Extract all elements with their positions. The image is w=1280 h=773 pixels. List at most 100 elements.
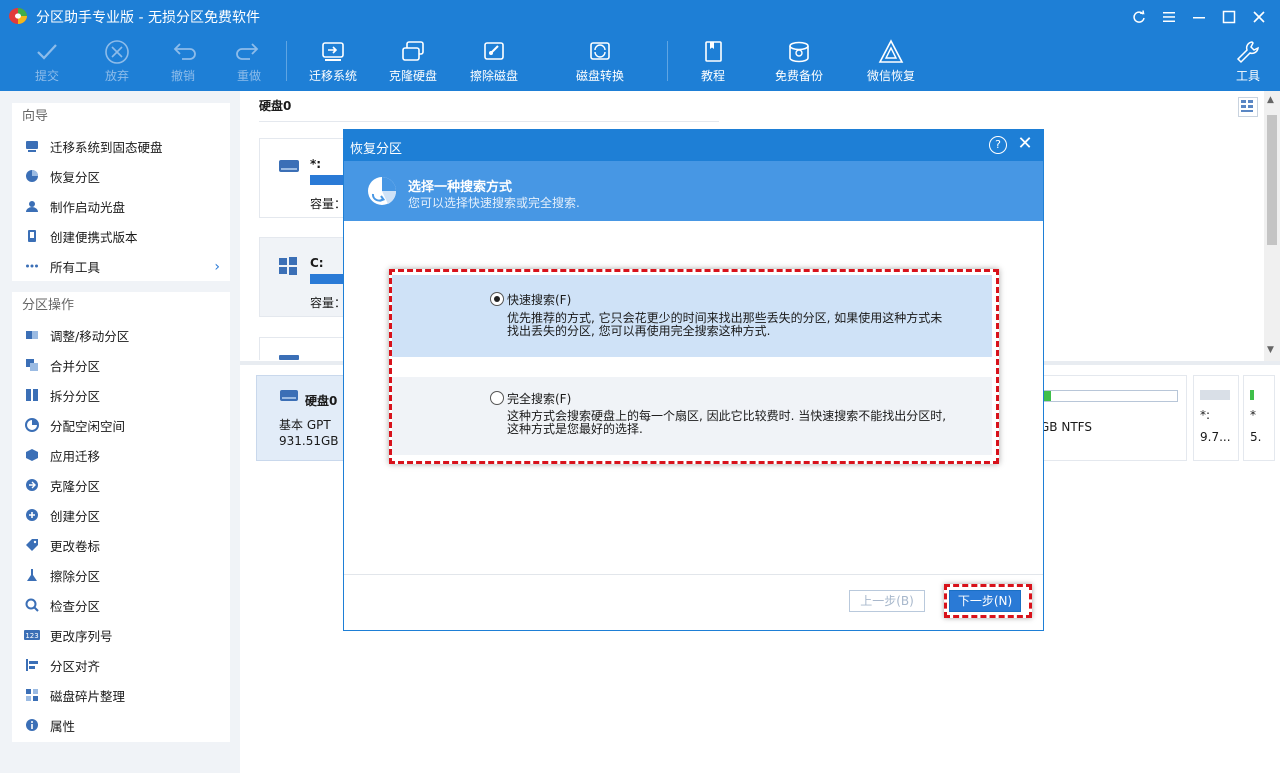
full-search-radio[interactable] (490, 391, 504, 405)
clone-disk-button[interactable]: 克隆硬盘 (373, 33, 453, 91)
tutorial-button[interactable]: 教程 (673, 33, 753, 91)
partition-block[interactable]: GB NTFS (1033, 375, 1187, 461)
scrollbar-thumb[interactable] (1267, 115, 1277, 245)
sidebar-item-create-partition[interactable]: 创建分区 (12, 500, 230, 530)
wizard-panel: 向导 迁移系统到固态硬盘 恢复分区 制作启动光盘 创建便携式版本 所有工具 › (12, 103, 230, 281)
partition-usage-bar (1200, 390, 1230, 400)
sidebar-item-bootable-media[interactable]: 制作启动光盘 (12, 191, 230, 221)
quick-search-label[interactable]: 快速搜索(F) (507, 291, 571, 308)
check-icon (37, 44, 57, 60)
partition-block[interactable]: *: 9.7... (1193, 375, 1239, 461)
full-search-label[interactable]: 完全搜索(F) (507, 390, 571, 407)
wipe-disk-label: 擦除磁盘 (469, 69, 518, 83)
commit-button[interactable]: 提交 (7, 33, 87, 91)
dialog-close-icon[interactable]: ✕ (1015, 134, 1035, 154)
partition-usage-bar (310, 274, 344, 284)
undo-icon (173, 43, 196, 60)
sidebar-item-label: 合并分区 (50, 358, 101, 374)
sidebar-item-label: 所有工具 (50, 259, 101, 275)
vertical-scrollbar[interactable]: ▲ ▼ (1264, 91, 1280, 361)
tutorial-label: 教程 (700, 69, 725, 83)
sidebar-item-change-label[interactable]: 更改卷标 (12, 530, 230, 560)
disk-convert-icon (590, 42, 610, 60)
redo-icon (236, 43, 259, 60)
quick-search-radio[interactable] (490, 292, 504, 306)
window-title: 分区助手专业版 - 无损分区免费软件 (36, 10, 260, 26)
sidebar-item-label: 分配空闲空间 (50, 418, 126, 434)
sidebar-item-label: 擦除分区 (50, 568, 101, 584)
sidebar-item-merge-partition[interactable]: 合并分区 (12, 350, 230, 380)
minimize-icon[interactable] (1188, 6, 1210, 28)
help-icon[interactable]: ? (989, 136, 1007, 154)
next-button[interactable]: 下一步(N) (949, 590, 1021, 612)
maximize-icon[interactable] (1218, 6, 1240, 28)
menu-icon[interactable] (1158, 6, 1180, 28)
title-bar: 分区助手专业版 - 无损分区免费软件 (0, 0, 1280, 33)
windows-icon (279, 257, 297, 275)
change-serial-icon: 123 (24, 627, 40, 643)
sidebar-item-change-serial[interactable]: 123 更改序列号 (12, 620, 230, 650)
sidebar-item-label: 应用迁移 (50, 448, 101, 464)
sidebar-item-label: 检查分区 (50, 598, 101, 614)
sidebar-item-portable-version[interactable]: 创建便携式版本 (12, 221, 230, 251)
resize-partition-icon (24, 327, 40, 343)
sidebar-item-wipe-partition[interactable]: 擦除分区 (12, 560, 230, 590)
backup-icon (789, 41, 809, 63)
dialog-title-bar: 恢复分区 ? ✕ (344, 130, 1043, 161)
change-label-icon (24, 537, 40, 553)
sidebar-item-split-partition[interactable]: 拆分分区 (12, 380, 230, 410)
allocate-space-icon (24, 417, 40, 433)
disk-summary[interactable]: 硬盘0 基本 GPT 931.51GB (256, 375, 348, 461)
partition-block[interactable]: * 5. (1243, 375, 1275, 461)
sidebar-item-properties[interactable]: 属性 (12, 710, 230, 740)
recover-partition-dialog: 恢复分区 ? ✕ 选择一种搜索方式 您可以选择快速搜索或完全搜索. 快速搜索(F… (343, 129, 1044, 631)
sidebar-item-label: 更改卷标 (50, 538, 101, 554)
partition-name: * (1250, 408, 1256, 422)
wipe-disk-button[interactable]: 擦除磁盘 (454, 33, 534, 91)
migrate-os-label: 迁移系统 (308, 69, 357, 83)
sidebar-item-check-partition[interactable]: 检查分区 (12, 590, 230, 620)
sidebar-item-clone-partition[interactable]: 克隆分区 (12, 470, 230, 500)
partition-ops-panel: 分区操作 调整/移动分区 合并分区 拆分分区 分配空闲空间 应用迁移 克隆分区 … (12, 292, 230, 742)
wechat-recovery-button[interactable]: 微信恢复 (851, 33, 931, 91)
scroll-down-icon[interactable]: ▼ (1267, 345, 1274, 355)
quick-search-description: 优先推荐的方式, 它只会花更少的时间来找出那些丢失的分区, 如果使用这种方式未找… (507, 311, 943, 338)
migrate-os-button[interactable]: 迁移系统 (293, 33, 373, 91)
tools-button[interactable]: 工具 (1208, 33, 1280, 91)
redo-button[interactable]: 重做 (209, 33, 289, 91)
sidebar-item-label: 创建便携式版本 (50, 229, 138, 245)
prev-button[interactable]: 上一步(B) (849, 590, 925, 612)
disk-type: 基本 GPT (279, 418, 331, 432)
sidebar: 向导 迁移系统到固态硬盘 恢复分区 制作启动光盘 创建便携式版本 所有工具 › … (0, 91, 240, 773)
sidebar-item-label: 迁移系统到固态硬盘 (50, 139, 163, 155)
sidebar-item-all-tools[interactable]: 所有工具 › (12, 251, 230, 281)
sidebar-item-allocate-space[interactable]: 分配空闲空间 (12, 410, 230, 440)
refresh-icon[interactable] (1128, 6, 1150, 28)
partition-fs: GB NTFS (1040, 420, 1092, 434)
toolbar-separator (667, 41, 668, 81)
layout-toggle-icon[interactable] (1238, 97, 1258, 117)
free-backup-label: 免费备份 (774, 69, 823, 83)
sidebar-item-app-migrate[interactable]: 应用迁移 (12, 440, 230, 470)
quick-search-option[interactable]: 快速搜索(F) 优先推荐的方式, 它只会花更少的时间来找出那些丢失的分区, 如果… (392, 275, 992, 357)
recover-partition-icon (368, 177, 397, 205)
create-partition-icon (24, 507, 40, 523)
sidebar-item-recover-partition[interactable]: 恢复分区 (12, 161, 230, 191)
sidebar-item-migrate-ssd[interactable]: 迁移系统到固态硬盘 (12, 131, 230, 161)
free-backup-button[interactable]: 免费备份 (759, 33, 839, 91)
dialog-title: 恢复分区 (350, 142, 403, 157)
drive-icon (279, 355, 299, 360)
sidebar-item-label: 制作启动光盘 (50, 199, 126, 215)
scroll-up-icon[interactable]: ▲ (1267, 95, 1274, 105)
sidebar-item-label: 属性 (50, 718, 76, 734)
partition-usage-bar (1040, 390, 1178, 402)
close-icon[interactable] (1248, 6, 1270, 28)
full-search-option[interactable]: 完全搜索(F) 这种方式会搜索硬盘上的每一个扇区, 因此它比较费时. 当快速搜索… (392, 377, 992, 455)
sidebar-item-label: 创建分区 (50, 508, 101, 524)
dialog-header-title: 选择一种搜索方式 (408, 180, 513, 195)
sidebar-item-defrag[interactable]: 磁盘碎片整理 (12, 680, 230, 710)
wizard-header: 向导 (22, 109, 49, 124)
disk-convert-button[interactable]: 磁盘转换 (560, 33, 640, 91)
sidebar-item-resize-partition[interactable]: 调整/移动分区 (12, 320, 230, 350)
sidebar-item-partition-align[interactable]: 分区对齐 (12, 650, 230, 680)
